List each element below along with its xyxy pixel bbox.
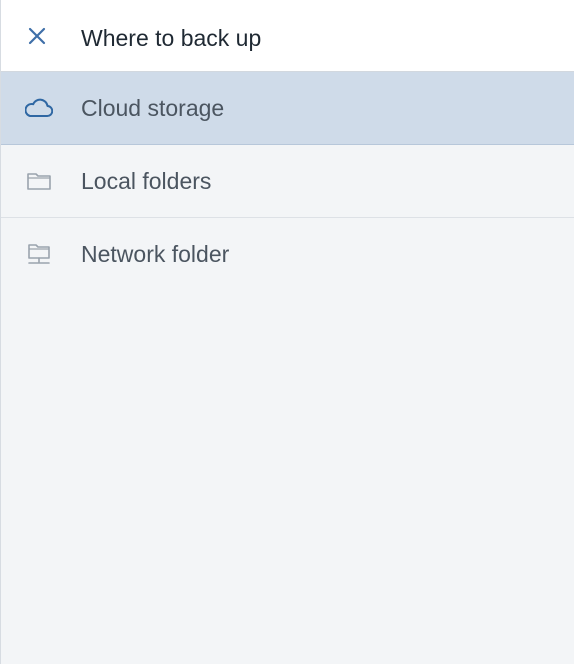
network-folder-icon [25, 240, 53, 268]
destination-item-network-folder[interactable]: Network folder [1, 218, 574, 291]
where-to-back-up-panel: Where to back up Cloud storage Local fol… [0, 0, 574, 664]
destination-list: Cloud storage Local folders Network fold… [1, 72, 574, 291]
folder-icon [25, 167, 53, 195]
panel-title: Where to back up [81, 25, 262, 51]
destination-label: Network folder [81, 241, 230, 267]
close-icon [28, 27, 46, 45]
panel-header: Where to back up [1, 0, 574, 72]
destination-label: Cloud storage [81, 95, 225, 121]
destination-item-cloud-storage[interactable]: Cloud storage [1, 72, 574, 145]
cloud-icon [25, 94, 53, 122]
close-button[interactable] [25, 24, 49, 48]
destination-label: Local folders [81, 168, 212, 194]
destination-item-local-folders[interactable]: Local folders [1, 145, 574, 218]
